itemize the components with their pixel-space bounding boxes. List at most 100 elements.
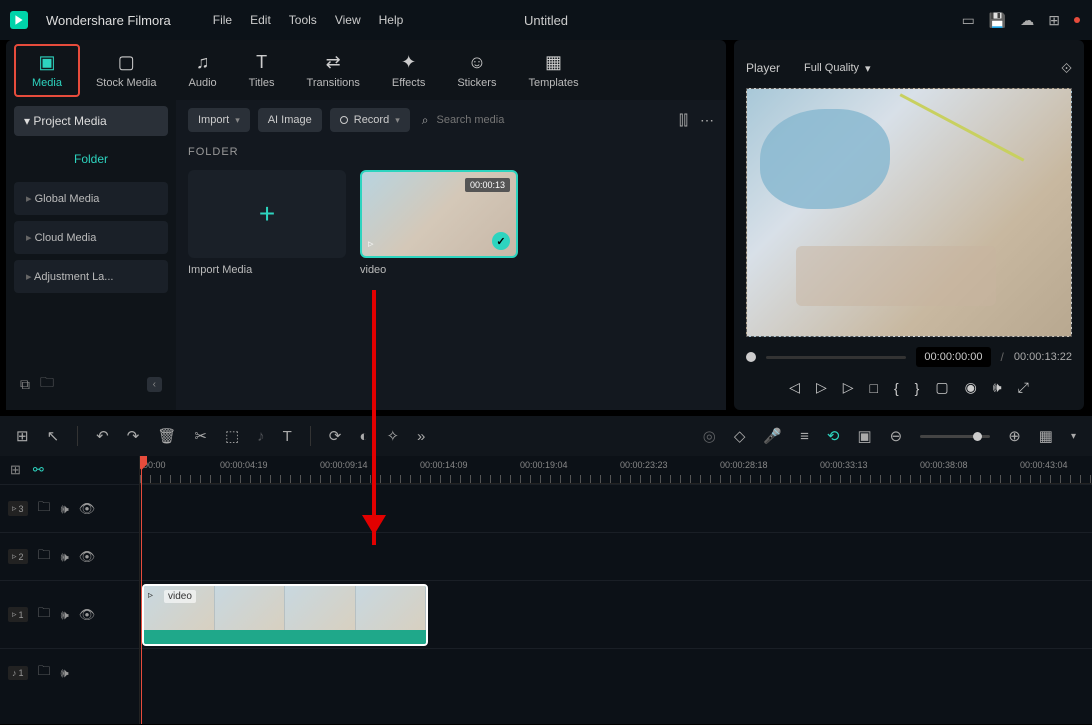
- apps-icon[interactable]: ⊞: [1048, 12, 1060, 29]
- import-dropdown[interactable]: Import▾: [188, 108, 250, 132]
- crop-icon[interactable]: ⬚: [225, 427, 239, 445]
- tab-titles[interactable]: TTitles: [233, 46, 291, 95]
- bracket-in-icon[interactable]: {: [894, 380, 899, 396]
- marker-icon[interactable]: ◇: [734, 427, 746, 445]
- mute-icon[interactable]: 🕪: [61, 607, 69, 623]
- menu-file[interactable]: File: [213, 13, 232, 27]
- lock-icon[interactable]: 🗀: [38, 662, 51, 684]
- eye-icon[interactable]: 👁: [79, 607, 96, 623]
- tab-stock-media[interactable]: ▢Stock Media: [80, 46, 173, 95]
- music-icon[interactable]: ♪: [257, 428, 265, 445]
- tab-media[interactable]: ▣Media: [14, 44, 80, 97]
- playhead[interactable]: [141, 456, 142, 724]
- folder-label[interactable]: Folder: [14, 142, 168, 176]
- video-track-2-header[interactable]: ▹2🗀🕪👁: [0, 532, 139, 580]
- render-icon[interactable]: ⟲: [827, 427, 840, 445]
- target-icon[interactable]: ◎: [703, 427, 716, 445]
- tab-stickers[interactable]: ☺Stickers: [441, 46, 512, 95]
- display-icon[interactable]: ▢: [935, 379, 948, 396]
- video-track-3-lane[interactable]: [140, 484, 1092, 532]
- mute-icon[interactable]: 🕪: [61, 501, 69, 517]
- timeline-clip[interactable]: ▹ video: [142, 584, 428, 646]
- mic-icon[interactable]: 🎤: [763, 427, 782, 445]
- video-thumbnail-card[interactable]: 00:00:13 ▹ ✓ video: [360, 170, 518, 276]
- ai-image-button[interactable]: AI Image: [258, 108, 322, 132]
- new-folder-icon[interactable]: ⧉: [20, 376, 30, 393]
- eye-icon[interactable]: 👁: [79, 549, 96, 565]
- timeline-grid-icon[interactable]: ⊞: [10, 462, 21, 478]
- view-mode-icon[interactable]: ▦: [1039, 427, 1053, 445]
- play-forward-icon[interactable]: ▷: [843, 379, 854, 396]
- zoom-in-icon[interactable]: ⊕: [1008, 427, 1021, 445]
- preview-viewport[interactable]: [746, 88, 1072, 337]
- mute-icon[interactable]: 🕪: [61, 549, 69, 565]
- bracket-out-icon[interactable]: }: [915, 380, 920, 396]
- menu-tools[interactable]: Tools: [289, 13, 317, 27]
- scrub-track[interactable]: [766, 356, 906, 359]
- sidebar-item-adjustment-layer[interactable]: Adjustment La...: [14, 260, 168, 293]
- video-track-3-header[interactable]: ▹3🗀🕪👁: [0, 484, 139, 532]
- undo-icon[interactable]: ↶: [96, 427, 109, 445]
- import-media-card[interactable]: + Import Media: [188, 170, 346, 276]
- text-icon[interactable]: T: [283, 428, 292, 445]
- color-icon[interactable]: ◐: [359, 428, 368, 445]
- video-track-2-lane[interactable]: [140, 532, 1092, 580]
- camera-icon[interactable]: ◉: [965, 379, 977, 396]
- sparkle-icon[interactable]: ✧: [386, 427, 399, 445]
- quality-dropdown[interactable]: Full Quality▾: [804, 62, 871, 75]
- lock-icon[interactable]: 🗀: [38, 604, 51, 626]
- stop-icon[interactable]: □: [870, 380, 878, 396]
- mixer-icon[interactable]: ≡: [800, 428, 809, 445]
- tab-audio[interactable]: ♫Audio: [173, 46, 233, 95]
- lock-icon[interactable]: 🗀: [38, 546, 51, 568]
- audio-track-1-header[interactable]: ♪1🗀🕪: [0, 648, 139, 696]
- app-logo-icon: [10, 11, 28, 29]
- sidebar-item-global-media[interactable]: Global Media: [14, 182, 168, 215]
- folder-icon[interactable]: 🗀: [40, 372, 54, 396]
- timeline-tracks[interactable]: 00:00 00:00:04:19 00:00:09:14 00:00:14:0…: [140, 456, 1092, 724]
- cut-icon[interactable]: ✂: [194, 427, 207, 445]
- prev-frame-icon[interactable]: ◁: [789, 379, 800, 396]
- search-input[interactable]: [436, 114, 671, 126]
- collapse-sidebar-icon[interactable]: ‹: [147, 377, 162, 392]
- mute-icon[interactable]: 🕪: [61, 665, 69, 681]
- pointer-icon[interactable]: ↖: [47, 427, 60, 445]
- save-icon[interactable]: 💾: [989, 12, 1006, 29]
- layout-icon[interactable]: ⊞: [16, 427, 29, 445]
- tab-transitions[interactable]: ⇄Transitions: [291, 46, 376, 95]
- more-icon[interactable]: ⋯: [700, 112, 714, 129]
- preview-panel: Player Full Quality▾ ⟐ 00:00:00:00 / 00:…: [734, 40, 1084, 410]
- speed-icon[interactable]: ⟳: [329, 427, 342, 445]
- link-icon[interactable]: ⚯: [33, 462, 44, 478]
- volume-icon[interactable]: 🕪: [993, 379, 1002, 396]
- snapshot-icon[interactable]: ⟐: [1061, 60, 1072, 77]
- video-track-1-lane[interactable]: ▹ video: [140, 580, 1092, 648]
- zoom-out-icon[interactable]: ⊖: [890, 427, 903, 445]
- project-media-dropdown[interactable]: Project Media: [14, 106, 168, 136]
- audio-track-1-lane[interactable]: [140, 648, 1092, 696]
- caret-down-icon[interactable]: ▾: [1071, 431, 1076, 442]
- device-icon[interactable]: ▭: [962, 12, 975, 29]
- frame-icon[interactable]: ▣: [857, 427, 871, 445]
- cloud-icon[interactable]: ☁: [1020, 12, 1034, 29]
- menu-edit[interactable]: Edit: [250, 13, 271, 27]
- filter-icon[interactable]: ⫿⫿: [679, 112, 688, 129]
- time-ruler[interactable]: 00:00 00:00:04:19 00:00:09:14 00:00:14:0…: [140, 456, 1092, 484]
- video-track-1-header[interactable]: ▹1🗀🕪👁: [0, 580, 139, 648]
- play-icon[interactable]: ▷: [816, 379, 827, 396]
- more-tools-icon[interactable]: »: [417, 428, 425, 445]
- menu-view[interactable]: View: [335, 13, 361, 27]
- eye-icon[interactable]: 👁: [79, 501, 96, 517]
- zoom-slider[interactable]: [920, 435, 990, 438]
- scrub-handle[interactable]: [746, 352, 756, 362]
- record-dropdown[interactable]: Record▾: [330, 108, 410, 132]
- tab-templates[interactable]: ▦Templates: [512, 46, 594, 95]
- fullscreen-icon[interactable]: ⤢: [1018, 379, 1029, 396]
- menu-help[interactable]: Help: [379, 13, 404, 27]
- clip-label: video: [164, 590, 196, 603]
- lock-icon[interactable]: 🗀: [38, 498, 51, 520]
- delete-icon[interactable]: 🗑: [157, 427, 176, 445]
- sidebar-item-cloud-media[interactable]: Cloud Media: [14, 221, 168, 254]
- redo-icon[interactable]: ↷: [127, 427, 140, 445]
- tab-effects[interactable]: ✦Effects: [376, 46, 441, 95]
